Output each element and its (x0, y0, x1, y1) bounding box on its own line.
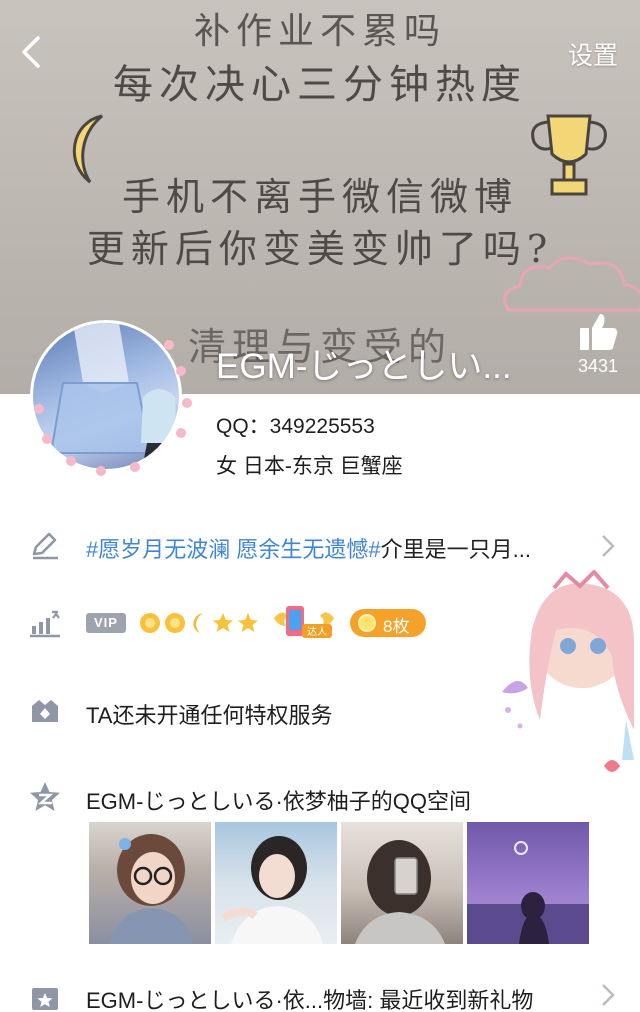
gift-box-icon (32, 988, 58, 1010)
photo-content (109, 834, 193, 944)
qq-number: QQ：349225553 (216, 415, 375, 438)
flower-decoration (182, 398, 192, 408)
moon-icon (193, 613, 203, 633)
photo-content (355, 840, 445, 944)
signature-tag[interactable]: #愿岁月无波澜 愿余生无遗憾# (86, 537, 381, 562)
moon-doodle-icon (72, 114, 103, 184)
pencil-icon (32, 532, 58, 560)
vip-badge: VIP (86, 613, 126, 633)
star-icon (213, 613, 233, 632)
anime-pendant-decoration (502, 570, 634, 772)
daren-badge-icon: 达人 (274, 606, 334, 638)
daren-label: 达人 (307, 626, 327, 638)
gift-wall-row[interactable]: EGM-じっとしいる·依...物墙: 最近收到新礼物 (0, 978, 640, 1012)
flower-decoration (34, 404, 44, 414)
flower-decoration (42, 434, 52, 444)
photo-content (221, 836, 323, 944)
sun-icon (165, 613, 185, 633)
qzone-star-icon (30, 782, 60, 811)
photo-content (467, 841, 589, 944)
photo-thumbnail[interactable] (215, 822, 337, 944)
medal-count: 8枚 (383, 617, 410, 636)
crown-box-icon (32, 700, 58, 722)
flower-decoration (130, 462, 140, 472)
level-chart-icon (30, 610, 60, 638)
qzone-photo-strip (89, 822, 589, 946)
avatar-image (30, 320, 182, 472)
signature-text: #愿岁月无波澜 愿余生无遗憾#介里是一只月... (86, 532, 531, 564)
flower-decoration (176, 428, 186, 438)
signature-row[interactable]: #愿岁月无波澜 愿余生无遗憾#介里是一只月... (0, 524, 640, 568)
flower-decoration (176, 366, 186, 376)
thumbs-up-icon (580, 314, 618, 350)
profile-nickname: EGM-じっとしい... (216, 347, 512, 386)
qq-level-icons (138, 608, 260, 638)
chevron-right-icon[interactable] (600, 982, 616, 1008)
trophy-doodle-icon (531, 114, 607, 196)
cover-text-line: 补作业不累吗 (193, 11, 446, 52)
medal-count-badge[interactable]: 8枚 (350, 609, 426, 637)
chevron-right-icon[interactable] (600, 533, 616, 559)
star-icon (238, 613, 258, 632)
gender-location-zodiac: 女 日本-东京 巨蟹座 (216, 455, 403, 478)
cover-text-line: 每次决心三分钟热度 (113, 62, 527, 108)
like-count: 3431 (577, 356, 619, 376)
back-arrow-icon[interactable] (12, 30, 52, 74)
gift-wall-text: EGM-じっとしいる·依...物墙: 最近收到新礼物 (86, 988, 534, 1012)
photo-thumbnail[interactable] (89, 822, 211, 944)
photo-thumbnail[interactable] (341, 822, 463, 944)
photo-thumbnail[interactable] (467, 822, 589, 944)
medal-icon (358, 614, 376, 632)
like-button[interactable]: 3431 (570, 312, 626, 377)
avatar[interactable] (26, 316, 196, 486)
flower-decoration (96, 466, 106, 476)
flower-decoration (66, 456, 76, 466)
settings-button[interactable]: 设置 (568, 36, 618, 72)
avatar-figure (49, 323, 178, 469)
sun-icon (140, 613, 160, 633)
privilege-text: TA还未开通任何特权服务 (86, 703, 333, 728)
qzone-title: EGM-じっとしいる·依梦柚子的QQ空间 (86, 789, 471, 814)
signature-body: 介里是一只月... (380, 537, 531, 562)
flower-decoration (164, 340, 174, 350)
